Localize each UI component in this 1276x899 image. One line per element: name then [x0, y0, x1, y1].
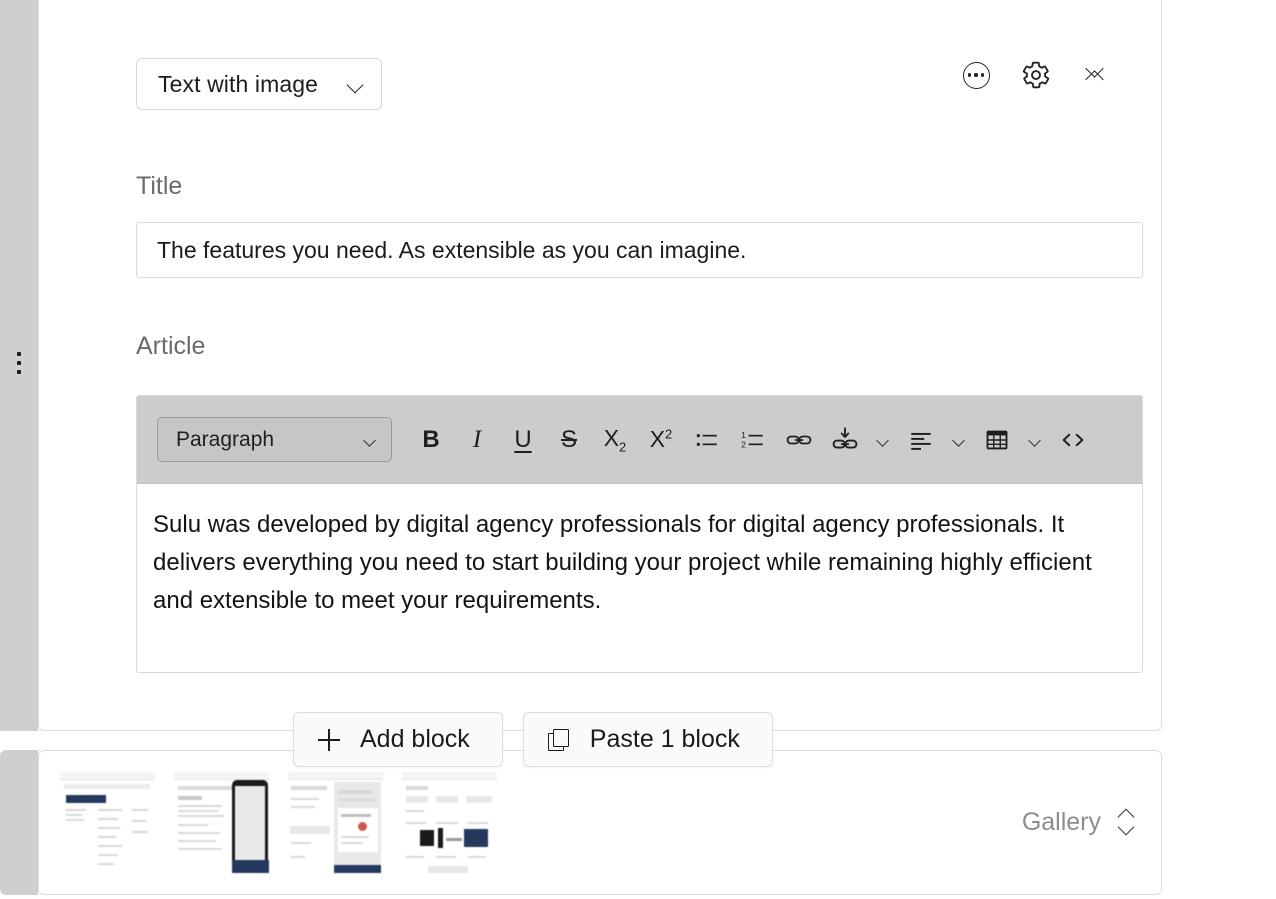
settings-button[interactable] [1017, 56, 1055, 94]
add-block-label: Add block [360, 725, 470, 754]
block-actions: Add block Paste 1 block [293, 712, 773, 767]
thumbnail-4[interactable] [402, 772, 497, 873]
drag-handle-icon[interactable] [17, 352, 21, 374]
table-icon [984, 427, 1010, 453]
svg-text:2: 2 [741, 439, 746, 449]
paste-block-label: Paste 1 block [590, 725, 740, 754]
paste-icon [548, 729, 570, 751]
subscript-button[interactable]: X2 [592, 417, 638, 463]
title-field-label: Title [136, 172, 182, 201]
chevron-down-icon [1029, 436, 1042, 444]
ellipsis-circle-icon [963, 62, 990, 89]
strikethrough-icon: S [561, 428, 577, 452]
table-dropdown[interactable] [1020, 417, 1050, 463]
paragraph-style-select[interactable]: Paragraph [157, 417, 392, 462]
superscript-button[interactable]: X2 [638, 417, 684, 463]
code-icon [1059, 426, 1087, 454]
link-icon [785, 426, 813, 454]
block-type-select[interactable]: Text with image [136, 58, 382, 110]
ordered-list-button[interactable]: 1 2 [730, 417, 776, 463]
thumbnail-3[interactable] [288, 772, 383, 873]
block-drag-rail[interactable] [0, 0, 38, 731]
code-button[interactable] [1050, 417, 1096, 463]
chevron-down-icon [953, 436, 966, 444]
insert-link-icon [831, 426, 859, 454]
more-options-button[interactable] [957, 56, 995, 94]
title-input[interactable] [136, 222, 1143, 278]
plus-icon [318, 729, 340, 751]
align-left-icon [908, 427, 934, 453]
collapse-icon [1083, 62, 1109, 88]
gallery-thumbnails [39, 772, 497, 873]
underline-button[interactable]: U [500, 417, 546, 463]
subscript-icon: X2 [604, 425, 627, 455]
insert-link-dropdown[interactable] [868, 417, 898, 463]
thumbnail-2[interactable] [174, 772, 269, 873]
article-field-label: Article [136, 332, 205, 361]
rich-text-editor: Paragraph B I U S X2 X2 1 [136, 395, 1143, 673]
chevron-down-icon [364, 436, 377, 444]
block-header-actions [957, 56, 1115, 94]
italic-button[interactable]: I [454, 417, 500, 463]
chevron-down-icon [877, 436, 890, 444]
align-button[interactable] [898, 417, 944, 463]
gallery-block-header: Gallery [1022, 808, 1161, 837]
table-button[interactable] [974, 417, 1020, 463]
thumbnail-1[interactable] [60, 772, 155, 873]
paste-block-button[interactable]: Paste 1 block [523, 712, 773, 767]
align-dropdown[interactable] [944, 417, 974, 463]
gallery-drag-rail[interactable] [0, 750, 38, 895]
insert-link-button[interactable] [822, 417, 868, 463]
bold-button[interactable]: B [408, 417, 454, 463]
underline-icon: U [514, 428, 531, 452]
gear-icon [1021, 60, 1051, 90]
block-type-label: Text with image [158, 71, 318, 98]
ordered-list-icon: 1 2 [740, 427, 766, 453]
editor-toolbar: Paragraph B I U S X2 X2 1 [137, 396, 1142, 484]
bullet-list-icon [694, 427, 720, 453]
strikethrough-button[interactable]: S [546, 417, 592, 463]
italic-icon: I [473, 427, 481, 452]
block-editor-stage: Text with image Title Article [0, 0, 1276, 899]
expand-collapse-icon[interactable] [1115, 810, 1137, 836]
gallery-label: Gallery [1022, 808, 1101, 837]
article-text-body[interactable]: Sulu was developed by digital agency pro… [137, 484, 1142, 620]
link-button[interactable] [776, 417, 822, 463]
paragraph-style-label: Paragraph [176, 428, 274, 452]
bold-icon: B [422, 428, 439, 452]
collapse-button[interactable] [1077, 56, 1115, 94]
superscript-icon: X2 [650, 426, 673, 453]
bullet-list-button[interactable] [684, 417, 730, 463]
add-block-button[interactable]: Add block [293, 712, 503, 767]
gallery-block: Gallery [38, 750, 1162, 895]
svg-text:1: 1 [741, 429, 746, 439]
content-block: Text with image Title Article [38, 0, 1162, 731]
chevron-down-icon [348, 79, 365, 89]
